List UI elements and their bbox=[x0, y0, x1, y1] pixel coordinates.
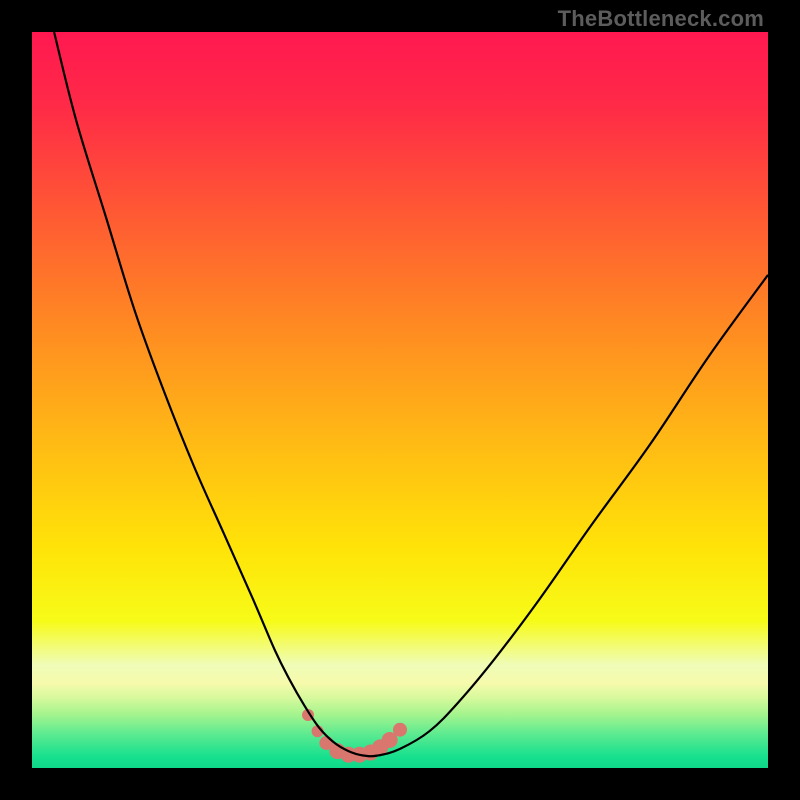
gradient-background bbox=[32, 32, 768, 768]
plot-area bbox=[32, 32, 768, 768]
chart-frame bbox=[32, 32, 768, 768]
chart-canvas bbox=[32, 32, 768, 768]
marker-dot bbox=[393, 723, 407, 737]
watermark-label: TheBottleneck.com bbox=[558, 6, 764, 32]
